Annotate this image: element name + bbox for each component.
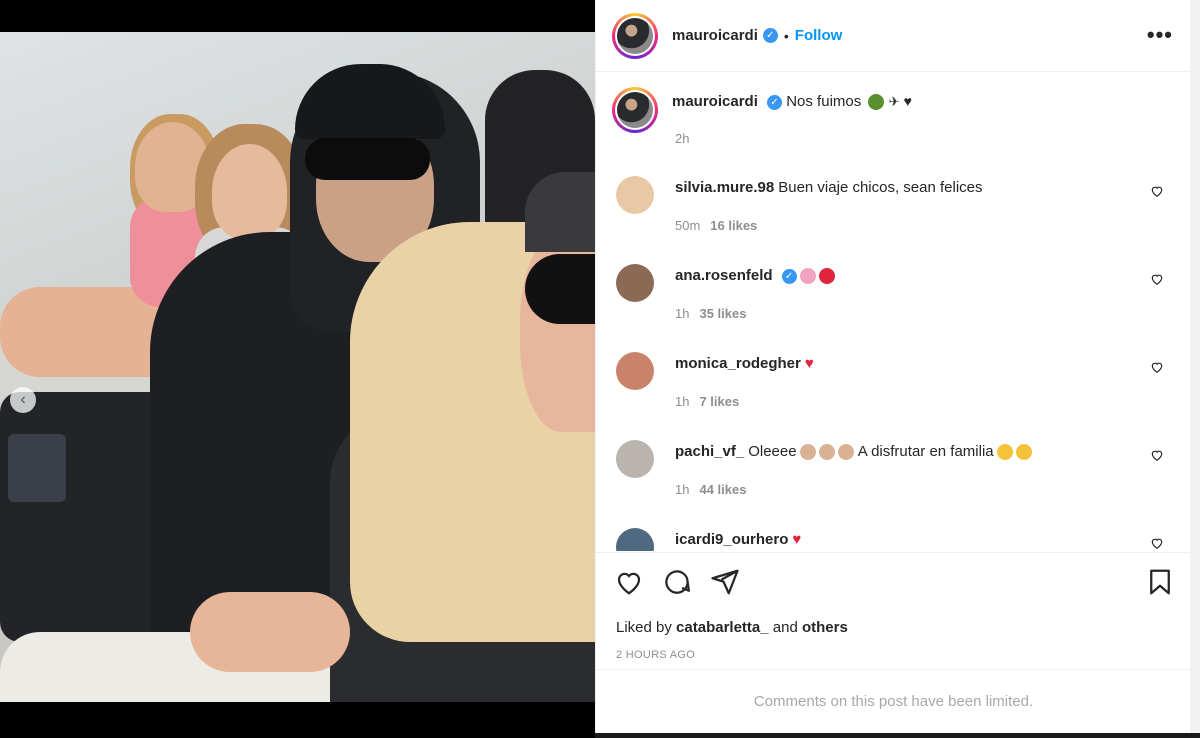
commenter-avatar[interactable] <box>616 440 654 478</box>
comment-like-heart-icon[interactable] <box>1150 272 1164 286</box>
comment-time: 50m <box>675 218 701 233</box>
commenter-name[interactable]: icardi9_ourhero <box>675 531 788 548</box>
comments-list[interactable]: mauroicardi ✓ Nos fuimos ✈ ♥ 2h silvia.m… <box>596 73 1191 551</box>
photo-top-bar <box>0 0 595 32</box>
comment-time: 1h <box>675 394 690 409</box>
liked-by-others[interactable]: others <box>802 619 848 636</box>
comment-likes[interactable]: 16 likes <box>710 218 757 233</box>
photo-man-sunglasses <box>305 138 430 180</box>
post-photo[interactable]: ‹ <box>0 32 595 702</box>
liked-by-prefix: Liked by <box>616 619 672 636</box>
post-time-ago[interactable]: 2 HOURS AGO <box>616 649 695 661</box>
caption-username[interactable]: mauroicardi <box>672 93 758 110</box>
commenter-name[interactable]: monica_rodegher <box>675 355 801 372</box>
kiss-emoji-icon <box>1015 444 1032 461</box>
commenter-name[interactable]: pachi_vf_ <box>675 443 744 460</box>
comment-text: Oleeee <box>748 443 797 460</box>
clap-emoji-icon <box>818 444 835 461</box>
comment-time: 1h <box>675 306 690 321</box>
caption-avatar[interactable] <box>612 87 658 133</box>
commenter-avatar[interactable] <box>616 352 654 390</box>
photo-woman-arm <box>190 592 350 672</box>
verified-icon: ✓ <box>781 268 797 284</box>
post-header: mauroicardi ✓ • Follow ••• <box>596 0 1191 72</box>
clap-emoji-icon <box>799 444 816 461</box>
comment-icon[interactable] <box>662 567 692 597</box>
clap-emoji-icon <box>837 444 854 461</box>
comment-like-heart-icon[interactable] <box>1150 184 1164 198</box>
caption-text: Nos fuimos <box>786 93 862 110</box>
liked-by-user[interactable]: catabarletta_ <box>676 619 769 636</box>
photo-bottom-bar <box>0 702 595 738</box>
comment-text-2: A disfrutar en familia <box>857 443 994 460</box>
red-heart-emoji-icon: ♥ <box>792 531 802 548</box>
commenter-avatar[interactable] <box>616 264 654 302</box>
commenter-avatar[interactable] <box>616 528 654 551</box>
post-photo-panel: ‹ <box>0 0 595 738</box>
more-icon[interactable]: ••• <box>1147 22 1173 48</box>
author-avatar[interactable] <box>612 12 658 59</box>
comment-likes[interactable]: 35 likes <box>699 306 746 321</box>
header-separator: • <box>783 27 789 44</box>
photo-man-cap <box>295 64 445 139</box>
comment-text: Buen viaje chicos, sean felices <box>778 179 983 196</box>
liked-by: Liked by catabarletta_ and others <box>616 619 848 636</box>
post-actions: Liked by catabarletta_ and others 2 HOUR… <box>596 552 1191 669</box>
post-side-panel: mauroicardi ✓ • Follow ••• mauroicardi ✓… <box>595 0 1191 733</box>
liked-by-and: and <box>772 619 798 636</box>
commenter-name[interactable]: ana.rosenfeld <box>675 267 773 284</box>
page-edge <box>1190 0 1200 738</box>
cherries-emoji-icon <box>868 94 885 111</box>
verified-icon: ✓ <box>762 28 778 43</box>
comment-like-heart-icon[interactable] <box>1150 536 1164 550</box>
author-username[interactable]: mauroicardi <box>672 27 758 44</box>
photo-woman-cap <box>525 172 595 252</box>
verified-icon: ✓ <box>767 94 783 110</box>
heart-icon[interactable] <box>614 567 644 597</box>
commenter-avatar[interactable] <box>616 176 654 214</box>
follow-button[interactable]: Follow <box>795 27 843 44</box>
comment-time: 1h <box>675 482 690 497</box>
kiss-emoji-icon <box>996 444 1013 461</box>
post-caption: mauroicardi ✓ Nos fuimos ✈ ♥ <box>612 87 912 133</box>
flower-emoji-icon <box>799 268 816 285</box>
comment-likes[interactable]: 44 likes <box>699 482 746 497</box>
comment-like-heart-icon[interactable] <box>1150 448 1164 462</box>
page-bottom-strip <box>595 733 1200 738</box>
comments-limited-notice: Comments on this post have been limited. <box>596 669 1191 733</box>
black-heart-emoji-icon: ♥ <box>903 93 912 109</box>
photo-phone <box>8 434 66 502</box>
photo-girl2-head <box>212 144 287 239</box>
airplane-emoji-icon: ✈ <box>888 94 900 109</box>
caption-time: 2h <box>675 131 690 146</box>
comment-like-heart-icon[interactable] <box>1150 360 1164 374</box>
photo-woman-sunglasses <box>525 254 595 324</box>
commenter-name[interactable]: silvia.mure.98 <box>675 179 774 196</box>
bookmark-icon[interactable] <box>1145 567 1175 597</box>
red-heart-emoji-icon: ♥ <box>804 355 814 372</box>
cherries-emoji-icon <box>818 268 835 285</box>
comment-likes[interactable]: 7 likes <box>699 394 739 409</box>
carousel-prev-icon[interactable]: ‹ <box>10 387 36 413</box>
share-icon[interactable] <box>710 567 740 597</box>
